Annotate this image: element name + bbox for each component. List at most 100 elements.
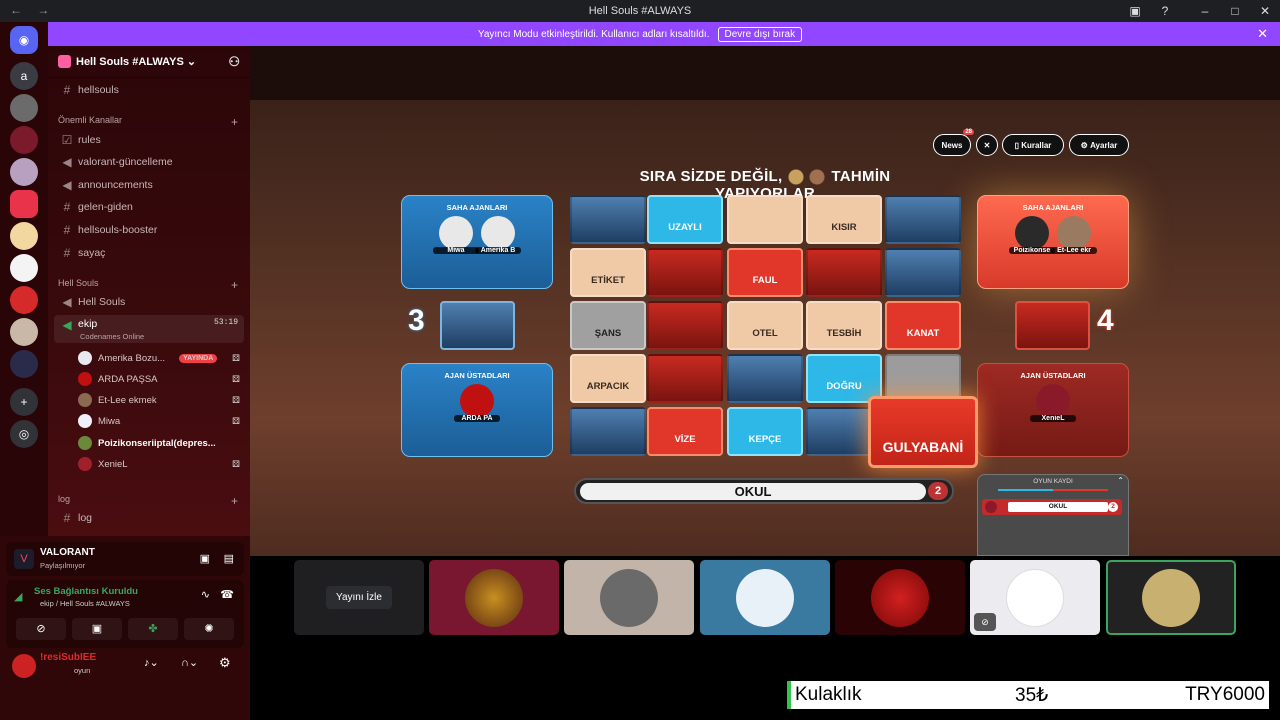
activity-card[interactable]: V VALORANT Paylaşılmıyor ▣ ▤: [6, 542, 244, 576]
word-card[interactable]: FAUL: [727, 248, 803, 297]
connection-channel[interactable]: ekip / Hell Souls #ALWAYS: [40, 599, 130, 608]
player-avatar[interactable]: ARDA PA: [454, 384, 500, 422]
category-hell-souls[interactable]: Hell Souls +: [58, 278, 238, 292]
word-card[interactable]: KISIR: [806, 195, 882, 244]
server-icon[interactable]: [10, 190, 38, 218]
category-log[interactable]: log +: [58, 494, 238, 508]
voice-user[interactable]: XenieL ⚄: [78, 454, 248, 474]
disable-streamer-mode-button[interactable]: Devre dışı bırak: [717, 26, 803, 42]
word-card[interactable]: OTEL: [727, 301, 803, 350]
voice-user[interactable]: Amerika Bozu... YAYINDA ⚄: [78, 348, 248, 368]
word-card[interactable]: KANAT: [885, 301, 961, 350]
word-card[interactable]: [727, 195, 803, 244]
gear-icon[interactable]: ⚙: [219, 655, 231, 671]
game-log[interactable]: OYUN KAYDI OKUL 2 ⌃: [977, 474, 1129, 556]
noise-suppression-icon[interactable]: ∿: [201, 588, 210, 601]
settings-button[interactable]: ⚙ Ayarlar: [1069, 134, 1129, 156]
channel-sayac[interactable]: # sayaç: [54, 243, 244, 263]
stream-settings-icon[interactable]: ▤: [224, 552, 234, 565]
participant-tile-speaking[interactable]: [1106, 560, 1236, 635]
soundboard-icon[interactable]: ✺: [184, 618, 234, 640]
word-card[interactable]: ARPACIK: [570, 354, 646, 403]
server-icon[interactable]: [10, 254, 38, 282]
add-channel-icon[interactable]: +: [231, 494, 238, 508]
channel-announcements[interactable]: ◀ announcements: [54, 175, 244, 195]
player-avatar[interactable]: Poizikonse: [1008, 216, 1055, 254]
category-onemli-kanallar[interactable]: Önemli Kanallar +: [58, 115, 238, 129]
camera-off-icon[interactable]: ⊘: [16, 618, 66, 640]
word-card[interactable]: VİZE: [647, 407, 723, 456]
revealed-card-gulyabani[interactable]: GULYABANİ: [868, 396, 978, 468]
server-icon[interactable]: [10, 158, 38, 186]
word-card[interactable]: [806, 248, 882, 297]
discover-icon[interactable]: ◎: [10, 420, 38, 448]
word-card[interactable]: [570, 407, 646, 456]
inbox-icon[interactable]: ▣: [1120, 0, 1150, 22]
voice-channel-hell-souls[interactable]: ◀ Hell Souls: [54, 292, 244, 312]
channel-log[interactable]: # log: [54, 508, 244, 528]
server-folder-icon[interactable]: [10, 350, 38, 378]
invite-people-icon[interactable]: ⚇: [228, 54, 240, 70]
server-icon-hellsouls[interactable]: [10, 126, 38, 154]
channel-hellsouls[interactable]: # hellsouls: [54, 80, 244, 100]
add-channel-icon[interactable]: +: [231, 278, 238, 292]
server-icon-a[interactable]: a: [10, 62, 38, 90]
player-avatar[interactable]: Miwa: [432, 216, 479, 254]
server-icon[interactable]: [10, 222, 38, 250]
channel-rules[interactable]: ☑ rules: [54, 130, 244, 150]
rules-button[interactable]: ▯ Kurallar: [1002, 134, 1064, 156]
word-card[interactable]: [885, 195, 961, 244]
voice-user[interactable]: ARDA PAŞSA ⚄: [78, 369, 248, 389]
voice-user[interactable]: Poizikonseriiptal(depres...: [78, 433, 248, 453]
nav-arrows[interactable]: ← →: [10, 3, 55, 17]
channel-gelen-giden[interactable]: # gelen-giden: [54, 197, 244, 217]
disconnect-icon[interactable]: ☎: [220, 588, 234, 601]
player-avatar[interactable]: Et-Lee ekr: [1051, 216, 1098, 254]
word-card[interactable]: ŞANS: [570, 301, 646, 350]
user-avatar[interactable]: [12, 654, 36, 678]
discord-home-icon[interactable]: ◉: [10, 26, 38, 54]
word-card[interactable]: [885, 248, 961, 297]
word-card[interactable]: [647, 248, 723, 297]
headphones-icon[interactable]: ∩⌄: [181, 656, 198, 669]
player-avatar[interactable]: XenieL: [1030, 384, 1076, 422]
share-icon[interactable]: ▣: [200, 552, 210, 565]
channel-valorant-guncelleme[interactable]: ◀ valorant-güncelleme: [54, 152, 244, 172]
voice-user[interactable]: Et-Lee ekmek ⚄: [78, 390, 248, 410]
server-icon[interactable]: [10, 286, 38, 314]
server-icon[interactable]: [10, 94, 38, 122]
voice-user[interactable]: Miwa ⚄: [78, 411, 248, 431]
player-avatar[interactable]: Amerika B: [475, 216, 522, 254]
word-card[interactable]: [570, 195, 646, 244]
channel-hellsouls-booster[interactable]: # hellsouls-booster: [54, 220, 244, 240]
word-card[interactable]: [727, 354, 803, 403]
participant-tile[interactable]: [700, 560, 830, 635]
add-server-icon[interactable]: +: [10, 388, 38, 416]
server-header[interactable]: Hell Souls #ALWAYS ⌄ ⚇: [48, 46, 250, 78]
voice-channel-ekip[interactable]: ◀ ekip 53:19 Codenames Online: [54, 315, 244, 343]
word-card[interactable]: UZAYLI: [647, 195, 723, 244]
maximize-icon[interactable]: □: [1220, 0, 1250, 22]
activities-icon[interactable]: ✤: [128, 618, 178, 640]
participant-tile[interactable]: [835, 560, 965, 635]
news-button[interactable]: News 28: [933, 129, 974, 156]
watch-stream-button[interactable]: Yayını İzle: [326, 586, 392, 609]
minimize-icon[interactable]: –: [1190, 0, 1220, 22]
add-channel-icon[interactable]: +: [231, 115, 238, 129]
stream-tile[interactable]: Yayını İzle: [294, 560, 424, 635]
close-window-icon[interactable]: ✕: [1250, 0, 1280, 22]
word-card[interactable]: TESBİH: [806, 301, 882, 350]
word-card[interactable]: KEPÇE: [727, 407, 803, 456]
microphone-icon[interactable]: ♪⌄: [144, 656, 159, 669]
participant-tile[interactable]: [429, 560, 559, 635]
word-card[interactable]: [647, 301, 723, 350]
word-card[interactable]: ETİKET: [570, 248, 646, 297]
screen-share-icon[interactable]: ▣: [72, 618, 122, 640]
participant-tile[interactable]: ⊘: [970, 560, 1100, 635]
word-card[interactable]: [647, 354, 723, 403]
chevron-up-icon[interactable]: ⌃: [1117, 476, 1124, 485]
mute-icon[interactable]: ✕: [976, 134, 998, 156]
close-icon[interactable]: ✕: [1257, 26, 1268, 42]
help-icon[interactable]: ?: [1150, 0, 1180, 22]
participant-tile[interactable]: [564, 560, 694, 635]
